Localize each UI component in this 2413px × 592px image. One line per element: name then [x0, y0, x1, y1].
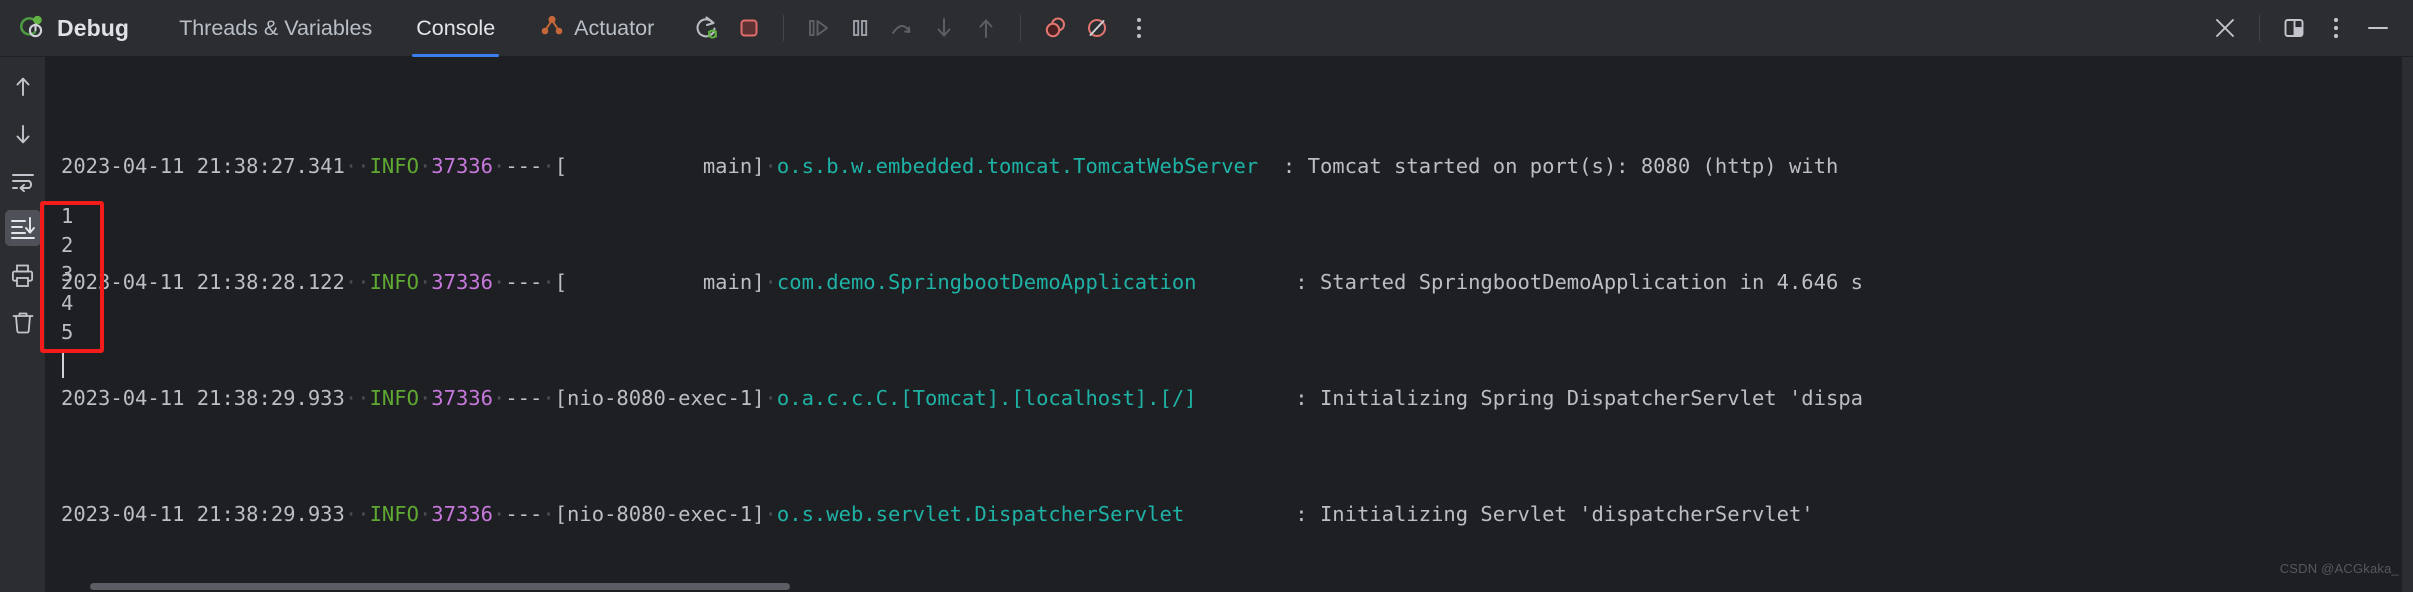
console-output-numbers: 1 2 3 4 5 — [45, 202, 73, 347]
close-tool-window-button[interactable] — [2204, 7, 2246, 49]
tab-actuator[interactable]: Actuator — [517, 0, 676, 57]
log-message: Initializing Spring DispatcherServlet 'd… — [1319, 386, 1864, 410]
sidebar-item-print[interactable] — [5, 257, 41, 293]
log-logger-pad — [1258, 154, 1283, 178]
log-logger: o.s.b.w.embedded.tomcat.TomcatWebServer — [776, 154, 1259, 178]
toolbar-left-group: Debug Threads & Variables Console Actuat… — [0, 0, 2204, 57]
sidebar-item-scroll-up[interactable] — [5, 69, 41, 105]
layout-settings-button[interactable] — [2273, 7, 2315, 49]
log-separator: : — [1282, 154, 1308, 178]
log-level: INFO — [369, 270, 419, 294]
log-logger-pad — [1197, 386, 1296, 410]
log-logger: o.s.web.servlet.DispatcherServlet — [776, 502, 1185, 526]
sidebar-item-soft-wrap[interactable] — [5, 163, 41, 199]
log-timestamp: 2023-04-11 21:38:29.933 — [61, 502, 345, 526]
resume-program-button[interactable] — [797, 7, 839, 49]
log-timestamp: 2023-04-11 21:38:27.341 — [61, 154, 345, 178]
output-number-line: 4 — [61, 291, 74, 315]
toolbar-divider — [783, 15, 785, 41]
pause-program-button[interactable] — [839, 7, 881, 49]
rerun-debug-button[interactable] — [686, 7, 728, 49]
log-thread: [nio-8080-exec-1] — [554, 386, 765, 410]
tab-label: Threads & Variables — [179, 15, 373, 40]
log-logger-pad — [1197, 270, 1296, 294]
console-output-panel[interactable]: ---------------- 2023-04-11 21:38:27.341… — [45, 57, 2413, 592]
log-line: 2023-04-11 21:38:27.341··INFO·37336·---·… — [61, 154, 1839, 178]
log-logger: com.demo.SpringbootDemoApplication — [776, 270, 1197, 294]
options-menu-button[interactable] — [2315, 7, 2357, 49]
step-over-button[interactable] — [881, 7, 923, 49]
step-into-button[interactable] — [923, 7, 965, 49]
log-dashes: --- — [505, 502, 543, 526]
log-separator: : — [1295, 270, 1320, 294]
horizontal-scrollbar-thumb[interactable] — [90, 583, 790, 590]
toolbar-right-group — [2204, 0, 2413, 57]
view-breakpoints-button[interactable] — [1034, 7, 1076, 49]
log-logger-pad — [1184, 502, 1295, 526]
log-dashes: --- — [505, 386, 543, 410]
output-number-line: 5 — [61, 320, 74, 344]
log-level: INFO — [369, 386, 419, 410]
sidebar-item-clear-all[interactable] — [5, 304, 41, 340]
actuator-icon — [539, 12, 565, 44]
log-thread: [nio-8080-exec-1] — [554, 502, 765, 526]
debug-tool-window-title: Debug — [0, 0, 157, 57]
log-level: INFO — [369, 154, 419, 178]
step-out-button[interactable] — [965, 7, 1007, 49]
console-log: 2023-04-11 21:38:27.341··INFO·37336·---·… — [45, 57, 1863, 592]
debug-icon — [16, 11, 46, 46]
output-number-line: 1 — [61, 204, 74, 228]
toolbar-divider — [1020, 15, 1022, 41]
sidebar-item-scroll-down[interactable] — [5, 116, 41, 152]
log-timestamp: 2023-04-11 21:38:28.122 — [61, 270, 345, 294]
more-options-button[interactable] — [1118, 7, 1160, 49]
log-thread: [ main] — [554, 270, 765, 294]
sidebar-item-scroll-to-end[interactable] — [4, 210, 41, 246]
log-thread: [ main] — [554, 154, 765, 178]
log-line: 2023-04-11 21:38:29.933··INFO·37336·---·… — [61, 502, 1814, 526]
log-separator: : — [1295, 386, 1320, 410]
tab-threads-and-variables[interactable]: Threads & Variables — [157, 0, 394, 57]
debug-title-label: Debug — [57, 14, 130, 41]
log-pid: 37336 — [431, 270, 493, 294]
log-message: Tomcat started on port(s): 8080 (http) w… — [1307, 154, 1839, 178]
output-number-line: 2 — [61, 233, 74, 257]
log-message: Initializing Servlet 'dispatcherServlet' — [1319, 502, 1814, 526]
output-number-line: 3 — [61, 262, 74, 286]
log-dashes: --- — [505, 154, 543, 178]
log-separator: : — [1295, 502, 1320, 526]
log-dashes: --- — [505, 270, 543, 294]
debug-toolbar: Debug Threads & Variables Console Actuat… — [0, 0, 2413, 57]
log-message: Started SpringbootDemoApplication in 4.6… — [1319, 270, 1864, 294]
tab-label: Console — [416, 15, 496, 40]
log-pid: 37336 — [431, 386, 493, 410]
stop-button[interactable] — [728, 7, 770, 49]
console-side-toolbar — [0, 57, 45, 592]
log-logger: o.a.c.c.C.[Tomcat].[localhost].[/] — [776, 386, 1197, 410]
minimize-button[interactable] — [2357, 7, 2399, 49]
right-edge-strip — [2402, 57, 2413, 592]
log-line: 2023-04-11 21:38:29.933··INFO·37336·---·… — [61, 386, 1864, 410]
toolbar-divider — [2259, 15, 2260, 41]
log-pid: 37336 — [431, 154, 493, 178]
watermark-label: CSDN @ACGkaka_ — [2279, 561, 2399, 576]
log-pid: 37336 — [431, 502, 493, 526]
tab-console[interactable]: Console — [394, 0, 517, 57]
horizontal-scrollbar-track[interactable] — [90, 580, 2413, 592]
log-level: INFO — [369, 502, 419, 526]
console-caret — [62, 353, 64, 378]
tab-label: Actuator — [574, 15, 655, 40]
log-line: 2023-04-11 21:38:28.122··INFO·37336·---·… — [61, 270, 1864, 294]
log-timestamp: 2023-04-11 21:38:29.933 — [61, 386, 345, 410]
mute-breakpoints-button[interactable] — [1076, 7, 1118, 49]
